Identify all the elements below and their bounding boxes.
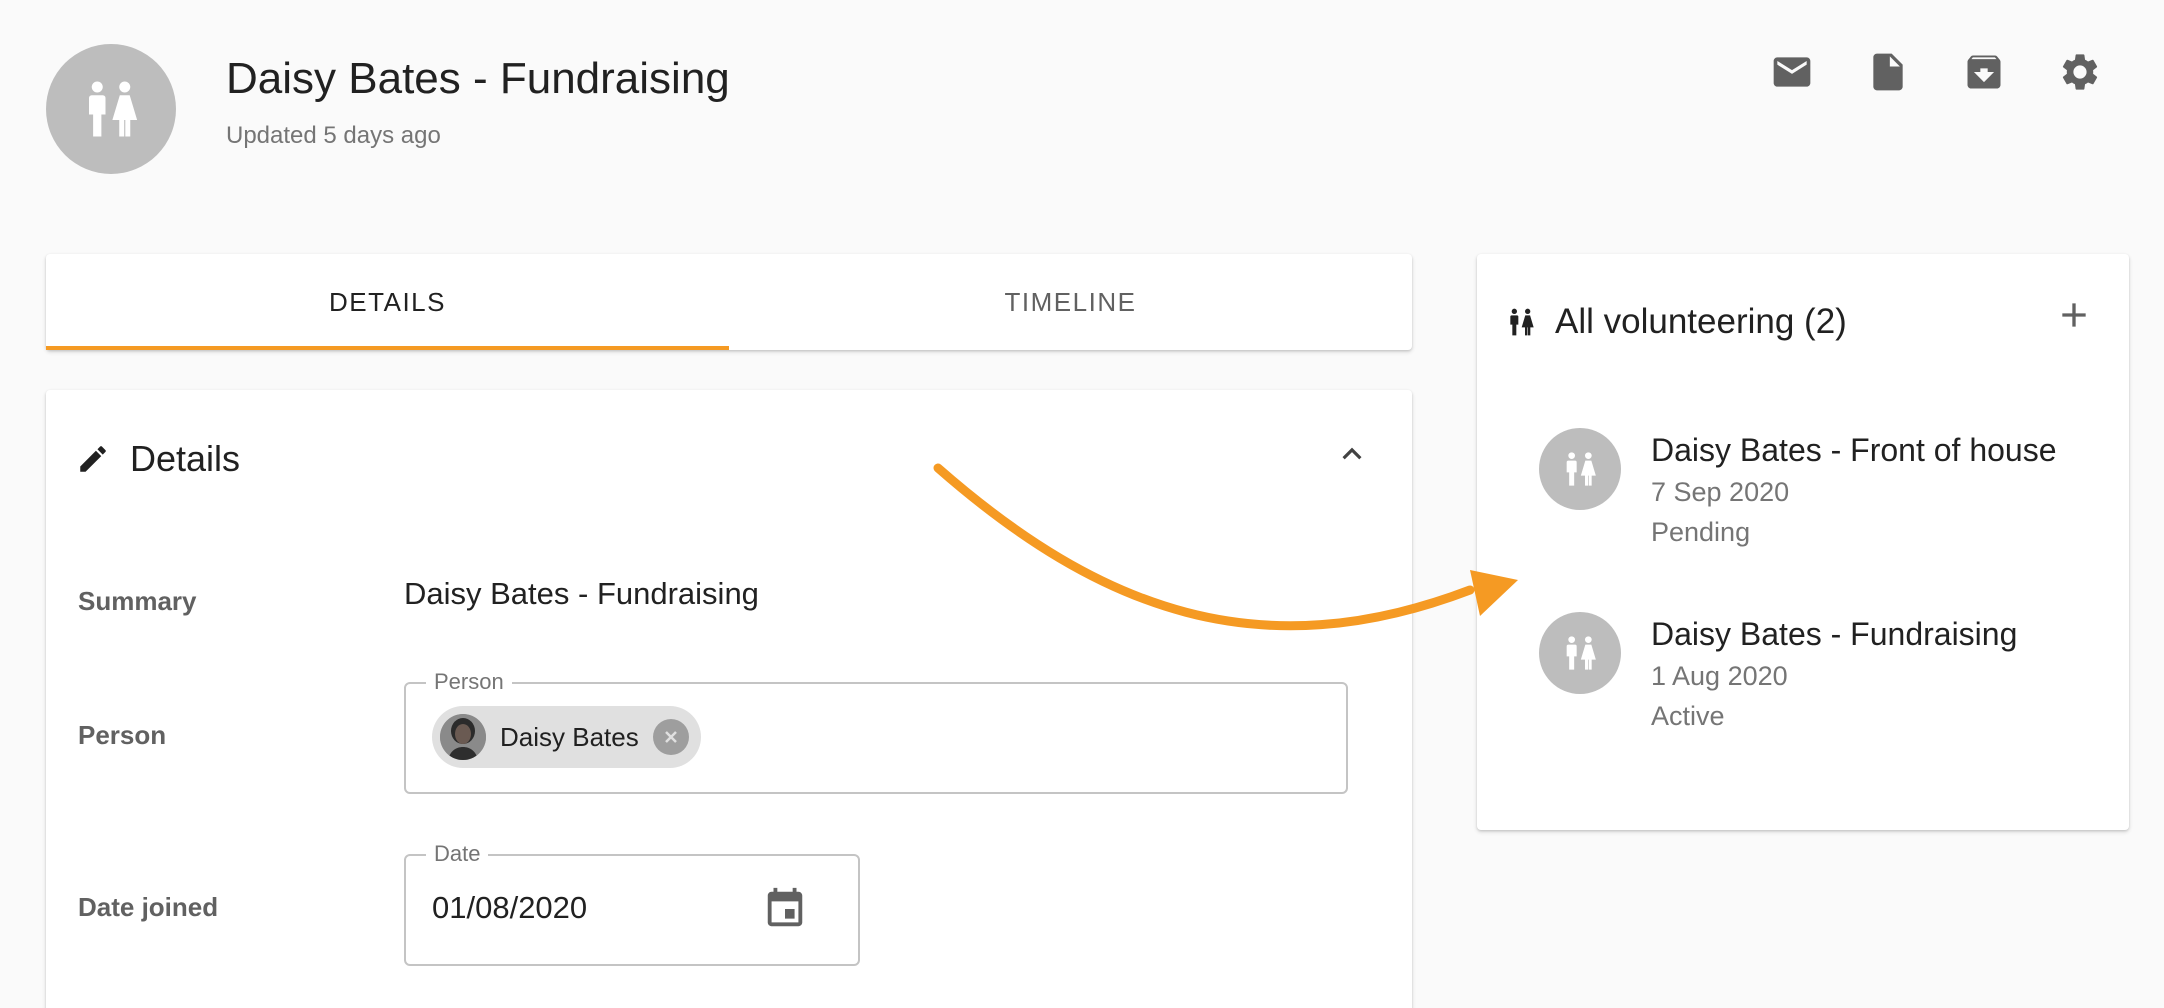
page: Daisy Bates - Fundraising Updated 5 days… <box>0 0 2164 1008</box>
gear-icon <box>2062 54 2098 90</box>
add-volunteering-button[interactable] <box>2049 290 2099 340</box>
tab-timeline[interactable]: TIMELINE <box>729 254 1412 350</box>
details-header: Details <box>76 438 240 480</box>
calendar-button[interactable] <box>762 886 808 937</box>
people-icon <box>1510 308 1534 336</box>
details-title: Details <box>130 438 241 479</box>
tab-bar: DETAILS TIMELINE <box>46 254 1412 350</box>
person-field-label: Person <box>426 668 512 696</box>
volunteering-avatar <box>1539 428 1621 510</box>
header-toolbar <box>1770 50 2102 94</box>
volunteering-avatar <box>1539 612 1621 694</box>
close-icon <box>664 731 677 743</box>
person-label: Person <box>78 720 167 750</box>
people-icon <box>1566 452 1596 486</box>
list-item-date: 7 Sep 2020 <box>1651 477 1790 507</box>
email-icon <box>1773 57 1811 87</box>
tab-details[interactable]: DETAILS <box>46 254 729 350</box>
volunteering-panel: All volunteering (2) Daisy Bates - Front… <box>1477 254 2129 830</box>
chevron-up-icon <box>1342 447 1362 460</box>
list-item-title: Daisy Bates - Fundraising <box>1651 616 2018 652</box>
updated-timestamp: Updated 5 days ago <box>226 122 441 149</box>
email-button[interactable] <box>1770 50 1814 94</box>
settings-button[interactable] <box>2058 50 2102 94</box>
people-icon <box>1566 636 1596 670</box>
list-item-text: Daisy Bates - Front of house 7 Sep 2020 … <box>1651 428 2057 552</box>
list-item-title: Daisy Bates - Front of house <box>1651 432 2057 468</box>
summary-value: Daisy Bates - Fundraising <box>404 576 759 611</box>
list-item-status: Active <box>1651 701 1725 731</box>
summary-label: Summary <box>78 586 197 616</box>
date-joined-label: Date joined <box>78 892 219 922</box>
pencil-icon <box>80 446 106 472</box>
archive-button[interactable] <box>1962 50 2006 94</box>
volunteering-header: All volunteering (2) <box>1505 302 1847 342</box>
collapse-button[interactable] <box>1332 434 1372 474</box>
calendar-icon <box>767 887 803 927</box>
people-icon <box>89 81 138 137</box>
avatar <box>440 714 486 760</box>
list-item[interactable]: Daisy Bates - Front of house 7 Sep 2020 … <box>1539 428 2057 552</box>
list-item-text: Daisy Bates - Fundraising 1 Aug 2020 Act… <box>1651 612 2017 736</box>
date-field-label: Date <box>426 840 489 868</box>
document-button[interactable] <box>1866 50 1910 94</box>
document-icon <box>1873 53 1903 91</box>
date-field[interactable]: Date 01/08/2020 <box>404 840 860 966</box>
record-avatar <box>46 44 176 174</box>
plus-icon <box>2062 303 2086 327</box>
page-title: Daisy Bates - Fundraising <box>226 54 730 103</box>
list-item[interactable]: Daisy Bates - Fundraising 1 Aug 2020 Act… <box>1539 612 2017 736</box>
date-value: 01/08/2020 <box>432 890 588 925</box>
volunteering-title: All volunteering (2) <box>1555 302 1847 341</box>
list-item-date: 1 Aug 2020 <box>1651 661 1788 691</box>
person-photo-icon <box>440 714 486 760</box>
chip-remove-button[interactable] <box>652 719 689 755</box>
person-chip-label: Daisy Bates <box>500 721 639 752</box>
person-field[interactable]: Person Daisy Bates <box>404 668 1348 794</box>
details-card: Details Summary Daisy Bates - Fundraisin… <box>46 390 1412 1008</box>
list-item-status: Pending <box>1651 517 1751 547</box>
person-chip[interactable]: Daisy Bates <box>432 706 701 768</box>
archive-icon <box>1967 55 2001 89</box>
